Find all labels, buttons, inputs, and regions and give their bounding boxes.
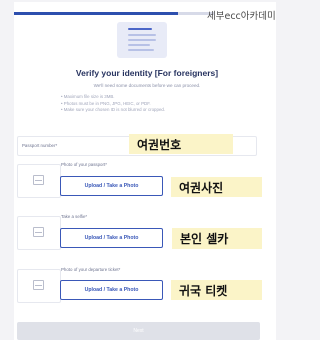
requirements-list: Maximum file size is 3MB. Photos must be… — [61, 94, 165, 114]
requirement-item: Make sure your chosen ID is not blurred … — [61, 107, 165, 114]
departure-ticket-annotation: 귀국 티켓 — [171, 280, 262, 300]
progress-bar — [14, 12, 214, 15]
image-placeholder-icon — [33, 175, 44, 185]
page-title: Verify your identity [For foreigners] — [75, 68, 219, 78]
selfie-annotation: 본인 셀카 — [172, 228, 262, 249]
requirement-item: Photos must be in PNG, JPG, HEIC, or PDF… — [61, 101, 165, 108]
upload-passport-photo-button[interactable]: Upload / Take a Photo — [60, 176, 163, 196]
intro-text: We'll need some documents before we can … — [93, 83, 201, 88]
departure-ticket-preview — [17, 269, 61, 303]
passport-number-annotation: 여권번호 — [129, 134, 233, 154]
selfie-label: Take a selfie* — [61, 214, 88, 219]
passport-number-label: Passport number* — [22, 143, 58, 148]
departure-ticket-label: Photo of your departure ticket* — [61, 267, 121, 272]
image-placeholder-icon — [33, 280, 44, 290]
requirement-item: Maximum file size is 3MB. — [61, 94, 165, 101]
progress-fill — [14, 12, 178, 15]
document-icon — [117, 22, 167, 58]
selfie-preview — [17, 216, 61, 250]
passport-photo-label: Photo of your passport* — [61, 162, 107, 167]
passport-photo-annotation: 여권사진 — [171, 177, 262, 197]
next-button[interactable]: Next — [17, 322, 260, 340]
image-placeholder-icon — [33, 227, 44, 237]
watermark-text: 세부ecc아카데미 — [207, 11, 276, 22]
passport-photo-preview — [17, 164, 61, 198]
upload-departure-ticket-button[interactable]: Upload / Take a Photo — [60, 280, 163, 300]
upload-selfie-button[interactable]: Upload / Take a Photo — [60, 228, 163, 248]
